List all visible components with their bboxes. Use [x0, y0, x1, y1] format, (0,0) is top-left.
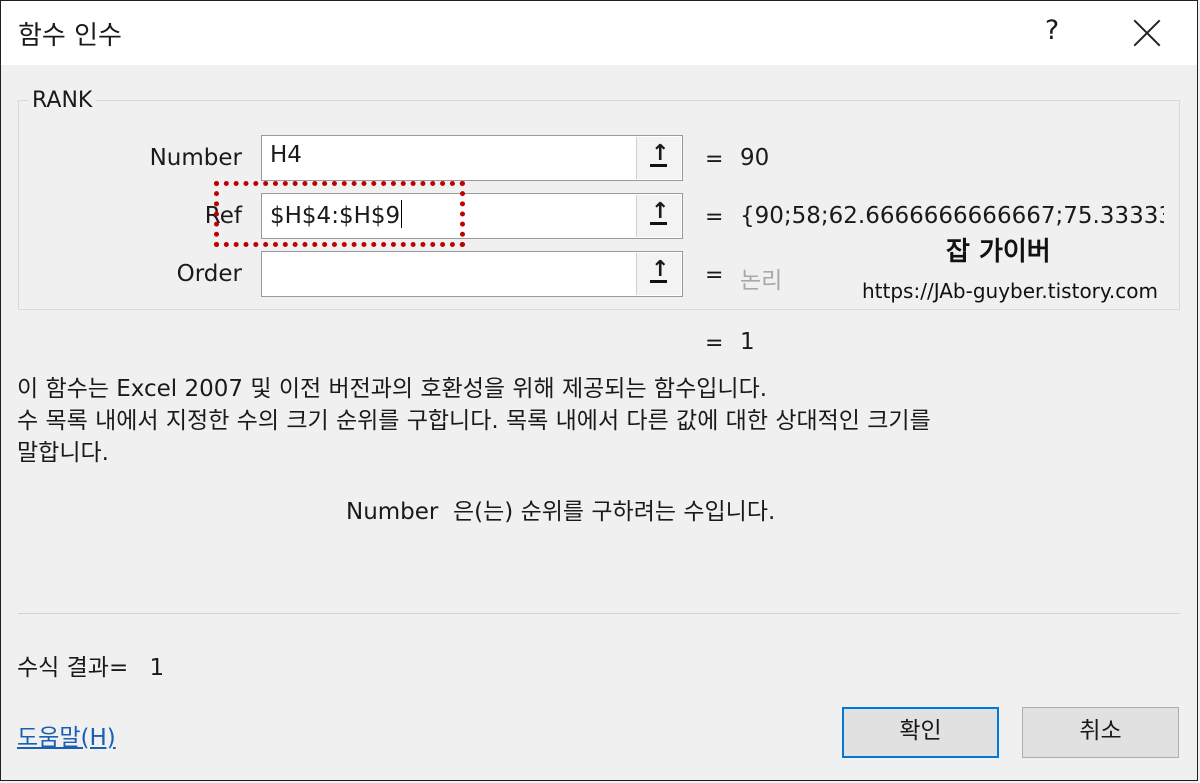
- title-bar[interactable]: 함수 인수 ?: [1, 1, 1197, 65]
- number-result: 90: [740, 145, 770, 171]
- order-result-placeholder: 논리: [740, 268, 783, 294]
- help-button[interactable]: ?: [1037, 15, 1067, 46]
- formula-result: 수식 결과= 1: [17, 648, 164, 682]
- help-link[interactable]: 도움말(H): [17, 718, 116, 752]
- function-description-line1: 이 함수는 Excel 2007 및 이전 버전과의 호환성을 위해 제공되는 …: [17, 376, 768, 402]
- cancel-button[interactable]: 취소: [1022, 707, 1179, 758]
- divider: [18, 613, 1180, 614]
- formula-result-value: 1: [149, 655, 165, 681]
- function-description-line3: 말합니다.: [17, 440, 109, 466]
- equals-sign: =: [705, 205, 724, 230]
- number-label: Number: [149, 145, 242, 171]
- function-result: 1: [740, 329, 755, 355]
- ref-highlight-box: [214, 181, 465, 247]
- collapse-dialog-icon[interactable]: ↑: [636, 137, 681, 179]
- argument-help-text: Number 은(는) 순위를 구하려는 수입니다.: [346, 499, 776, 525]
- order-field[interactable]: ↑: [261, 251, 683, 297]
- close-icon[interactable]: [1129, 15, 1165, 51]
- watermark-url: https://JAb-guyber.tistory.com: [862, 279, 1158, 303]
- order-label: Order: [176, 261, 242, 287]
- equals-sign: =: [705, 147, 724, 172]
- dialog-title: 함수 인수: [18, 21, 122, 51]
- formula-result-label: 수식 결과=: [17, 655, 129, 681]
- number-input-value: H4: [270, 142, 302, 168]
- equals-sign: =: [705, 331, 724, 356]
- number-field[interactable]: H4 ↑: [261, 135, 683, 181]
- watermark-title: 잡 가이버: [946, 237, 1051, 267]
- ref-label: Ref: [204, 203, 242, 229]
- collapse-dialog-icon[interactable]: ↑: [636, 253, 681, 295]
- ref-result: {90;58;62.6666666666667;75.33333: [740, 203, 1164, 229]
- function-name: RANK: [28, 88, 97, 113]
- ok-button[interactable]: 확인: [842, 707, 999, 758]
- function-description-line2: 수 목록 내에서 지정한 수의 크기 순위를 구합니다. 목록 내에서 다른 값…: [17, 408, 931, 434]
- collapse-dialog-icon[interactable]: ↑: [636, 195, 681, 237]
- equals-sign: =: [705, 263, 724, 288]
